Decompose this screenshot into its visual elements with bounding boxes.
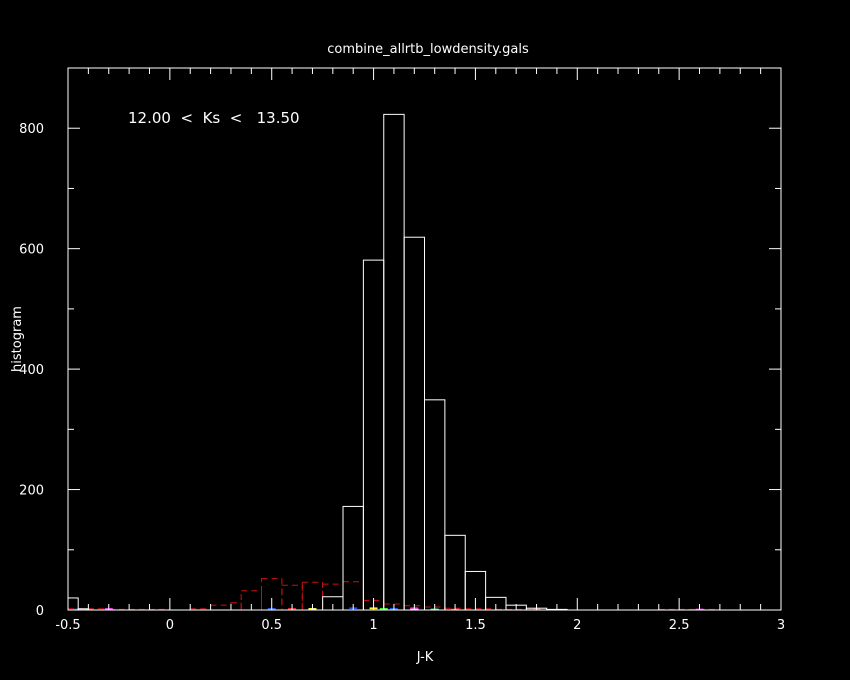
x-tick-label: 1.5 (465, 618, 486, 633)
ks-range-annotation: 12.00 < Ks < 13.50 (128, 109, 300, 127)
x-tick-label: 0.5 (261, 618, 282, 633)
y-tick-label: 400 (19, 363, 44, 378)
x-tick-label: 1 (369, 618, 377, 633)
x-tick-label: 2.5 (669, 618, 690, 633)
x-tick-label: 3 (777, 618, 785, 633)
x-tick-label: 0 (166, 618, 174, 633)
histogram-chart: combine_allrtb_lowdensity.gals J-K histo… (0, 0, 850, 680)
x-tick-label: -0.5 (55, 618, 80, 633)
chart-title: combine_allrtb_lowdensity.gals (327, 42, 529, 57)
y-tick-label: 0 (36, 604, 44, 619)
y-tick-label: 200 (19, 484, 44, 499)
x-axis-label: J-K (416, 650, 434, 665)
y-axis-label: histogram (10, 306, 25, 372)
x-tick-label: 2 (573, 618, 581, 633)
y-tick-label: 800 (19, 122, 44, 137)
y-tick-label: 600 (19, 243, 44, 258)
